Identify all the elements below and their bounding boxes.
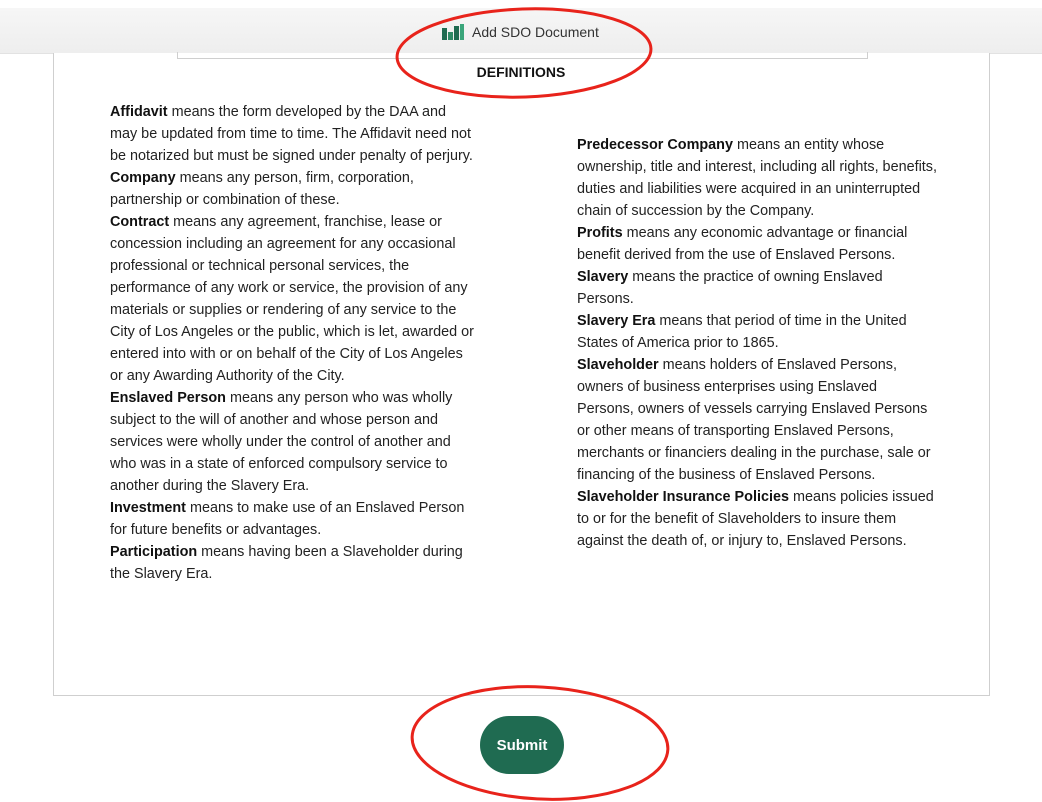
definition-term: Predecessor Company <box>577 137 733 153</box>
definitions-column-right: Predecessor Company means an entity whos… <box>577 134 937 552</box>
panel-header-divider <box>177 52 868 59</box>
bar-chart-logo-icon <box>442 24 464 40</box>
definition-item: Slavery Era means that period of time in… <box>577 310 937 354</box>
definition-item: Investment means to make use of an Ensla… <box>110 497 475 541</box>
definition-item: Slaveholder Insurance Policies means pol… <box>577 486 937 552</box>
definitions-column-left: Affidavit means the form developed by th… <box>110 101 475 585</box>
definition-term: Affidavit <box>110 104 168 120</box>
definition-term: Investment <box>110 500 186 516</box>
window-title: Add SDO Document <box>472 24 599 40</box>
definition-text: means any economic advantage or financia… <box>577 225 908 263</box>
definition-item: Slavery means the practice of owning Ens… <box>577 266 937 310</box>
definition-item: Company means any person, firm, corporat… <box>110 167 475 211</box>
definition-term: Slavery <box>577 269 629 285</box>
definition-term: Slaveholder <box>577 357 659 373</box>
definition-item: Predecessor Company means an entity whos… <box>577 134 937 222</box>
definition-item: Contract means any agreement, franchise,… <box>110 211 475 387</box>
definition-term: Contract <box>110 214 170 230</box>
window-title-group: Add SDO Document <box>442 24 599 40</box>
window-title-bar: Add SDO Document <box>0 8 1042 54</box>
definition-term: Slaveholder Insurance Policies <box>577 489 789 505</box>
definition-item: Affidavit means the form developed by th… <box>110 101 475 167</box>
definition-text: means any agreement, franchise, lease or… <box>110 214 474 384</box>
page: Add SDO Document DEFINITIONS Affidavit m… <box>0 0 1042 802</box>
definition-item: Enslaved Person means any person who was… <box>110 387 475 497</box>
submit-button[interactable]: Submit <box>480 716 564 774</box>
definition-term: Enslaved Person <box>110 390 226 406</box>
definition-term: Profits <box>577 225 623 241</box>
section-heading: DEFINITIONS <box>476 64 566 80</box>
definition-item: Profits means any economic advantage or … <box>577 222 937 266</box>
definition-term: Company <box>110 170 176 186</box>
definition-item: Slaveholder means holders of Enslaved Pe… <box>577 354 937 486</box>
definition-text: means holders of Enslaved Persons, owner… <box>577 357 931 483</box>
definition-term: Participation <box>110 544 198 560</box>
definition-item: Participation means having been a Slaveh… <box>110 541 475 585</box>
definition-term: Slavery Era <box>577 313 656 329</box>
